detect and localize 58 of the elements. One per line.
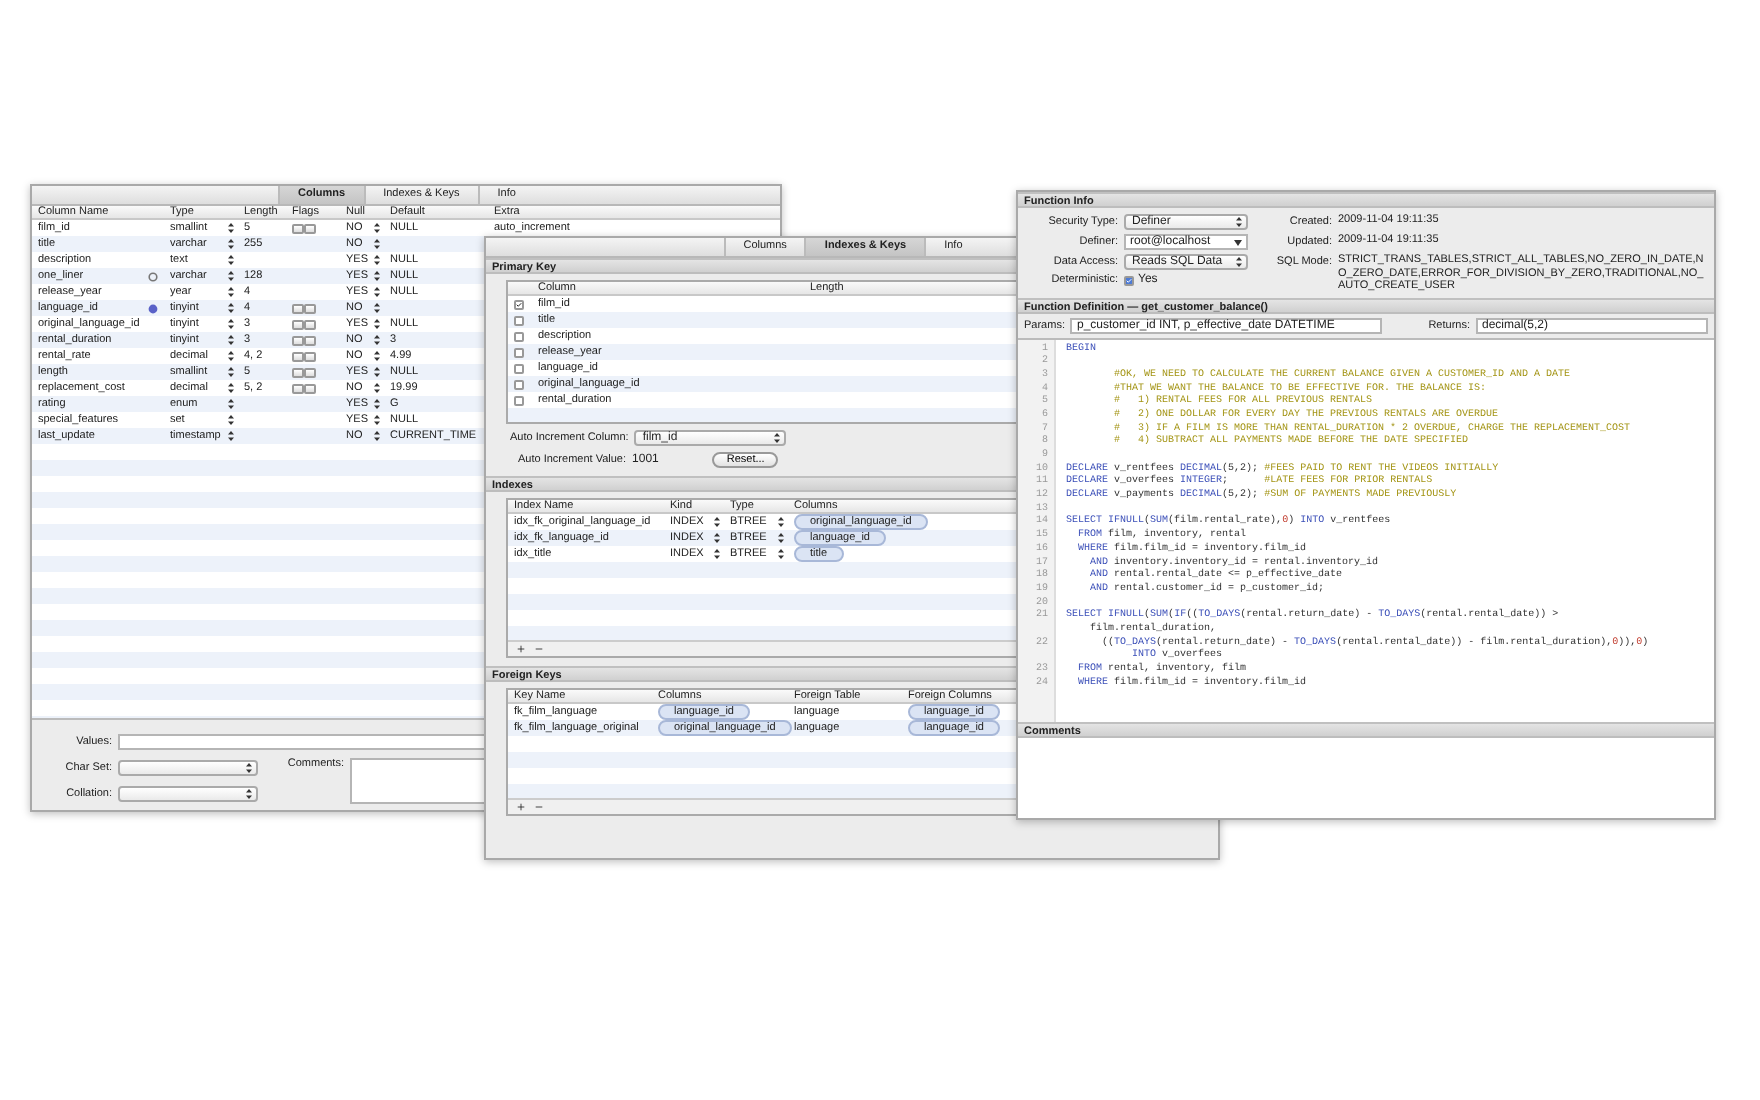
values-field[interactable] bbox=[118, 734, 486, 750]
stepper-icon[interactable] bbox=[374, 270, 380, 282]
flag-toggles[interactable] bbox=[292, 351, 316, 361]
flag-toggles[interactable] bbox=[292, 319, 316, 329]
comments-field[interactable] bbox=[350, 758, 486, 804]
stepper-icon[interactable] bbox=[228, 222, 234, 234]
checkbox[interactable] bbox=[1124, 275, 1134, 285]
checkbox[interactable] bbox=[514, 315, 524, 325]
stepper-icon[interactable] bbox=[374, 366, 380, 378]
stepper-icon[interactable] bbox=[228, 334, 234, 346]
stepper-icon[interactable] bbox=[374, 302, 380, 314]
stepper-icon[interactable] bbox=[714, 548, 720, 560]
stepper-icon[interactable] bbox=[228, 366, 234, 378]
stepper-icon[interactable] bbox=[374, 318, 380, 330]
stepper-icon[interactable] bbox=[228, 318, 234, 330]
stepper-icon[interactable] bbox=[374, 430, 380, 442]
flag-toggles[interactable] bbox=[292, 335, 316, 345]
stepper-icon[interactable] bbox=[228, 430, 234, 442]
stepper-icon[interactable] bbox=[228, 382, 234, 394]
stepper-icon[interactable] bbox=[714, 532, 720, 544]
stepper-icon[interactable] bbox=[228, 286, 234, 298]
stepper-icon[interactable] bbox=[1236, 256, 1242, 268]
add-icon[interactable] bbox=[516, 802, 526, 812]
stepper-icon[interactable] bbox=[374, 334, 380, 346]
stepper-icon[interactable] bbox=[714, 516, 720, 528]
stepper-icon[interactable] bbox=[228, 270, 234, 282]
stepper-icon[interactable] bbox=[228, 414, 234, 426]
stepper-icon[interactable] bbox=[774, 432, 781, 444]
code-editor[interactable] bbox=[1018, 337, 1714, 722]
flag-toggles[interactable] bbox=[292, 223, 316, 233]
stepper-icon[interactable] bbox=[246, 788, 252, 800]
stepper-icon[interactable] bbox=[228, 302, 234, 314]
stepper-icon[interactable] bbox=[374, 382, 380, 394]
flag-toggles[interactable] bbox=[292, 303, 316, 313]
stepper-icon[interactable] bbox=[1236, 216, 1242, 228]
checkbox[interactable] bbox=[514, 363, 524, 373]
stepper-icon[interactable] bbox=[228, 398, 234, 410]
add-icon[interactable] bbox=[516, 644, 526, 654]
stepper-icon[interactable] bbox=[374, 254, 380, 266]
flag-toggles[interactable] bbox=[292, 367, 316, 377]
stepper-icon[interactable] bbox=[374, 222, 380, 234]
comments-field[interactable] bbox=[1018, 738, 1714, 818]
checkbox[interactable] bbox=[514, 347, 524, 357]
stepper-icon[interactable] bbox=[374, 414, 380, 426]
stepper-icon[interactable] bbox=[228, 350, 234, 362]
checkbox[interactable] bbox=[514, 395, 524, 405]
checkbox[interactable] bbox=[514, 331, 524, 341]
checkbox[interactable] bbox=[514, 299, 524, 309]
stepper-icon[interactable] bbox=[374, 398, 380, 410]
stepper-icon[interactable] bbox=[246, 762, 252, 774]
stepper-icon[interactable] bbox=[228, 254, 234, 266]
stepper-icon[interactable] bbox=[374, 238, 380, 250]
stepper-icon[interactable] bbox=[228, 238, 234, 250]
checkbox[interactable] bbox=[514, 379, 524, 389]
dropdown-icon[interactable] bbox=[1234, 239, 1242, 245]
stepper-icon[interactable] bbox=[374, 350, 380, 362]
flag-toggles[interactable] bbox=[292, 383, 316, 393]
stepper-icon[interactable] bbox=[374, 286, 380, 298]
